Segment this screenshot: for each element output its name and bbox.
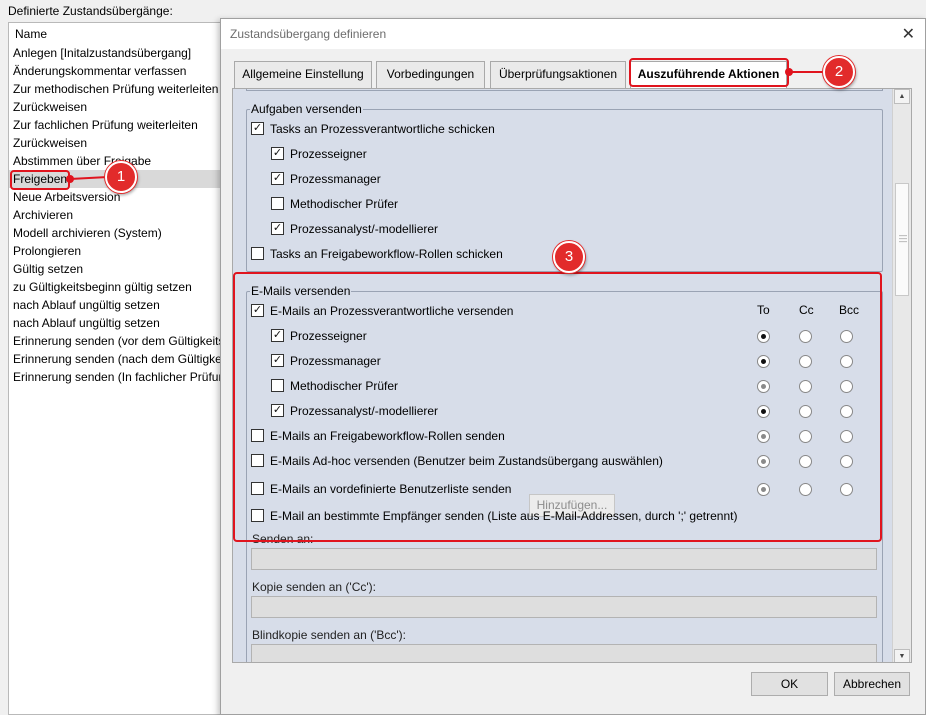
checkbox-checked[interactable]: ✓ [271,222,284,236]
scroll-up-icon[interactable]: ▲ [894,89,910,104]
checkbox-label: Tasks an Freigabeworkflow-Rollen schicke… [270,247,503,261]
checkbox-row[interactable]: ✓ Tasks an Prozessverantwortliche schicke… [251,119,495,139]
previous-group-edge [246,89,883,91]
cc-input[interactable] [251,596,877,618]
checkbox-label: Tasks an Prozessverantwortliche schicken [270,122,495,136]
checkbox-row[interactable]: Tasks an Freigabeworkflow-Rollen schicke… [251,244,503,264]
checkbox-row[interactable]: ✓ Prozesseigner [271,144,367,164]
dialog-title: Zustandsübergang definieren [230,27,387,41]
checkbox-unchecked[interactable] [251,247,264,261]
connector-line-2 [790,71,826,73]
checkbox-row[interactable]: Methodischer Prüfer [271,194,398,214]
marker-1: 1 [105,161,137,193]
tab-general-settings[interactable]: Allgemeine Einstellung [234,61,372,88]
send-to-input[interactable] [251,548,877,570]
dialog-titlebar: Zustandsübergang definieren ✕ [221,19,925,49]
highlight-freigeben [10,170,70,190]
bcc-input[interactable] [251,644,877,662]
close-icon[interactable]: ✕ [902,24,915,44]
checkbox-label: Methodischer Prüfer [290,197,399,211]
column-header-name[interactable]: Name [15,27,47,41]
cancel-button[interactable]: Abbrechen [834,672,910,696]
checkbox-label: Prozessanalyst/-modellierer [290,222,439,236]
cc-label: Kopie senden an ('Cc'): [252,580,376,594]
bcc-label: Blindkopie senden an ('Bcc'): [252,628,407,642]
checkbox-label: Prozesseigner [290,147,367,161]
vertical-scrollbar[interactable]: ▲ — — — ▼ [892,89,911,662]
checkbox-checked[interactable]: ✓ [271,147,284,161]
tasks-group-legend: Aufgaben versenden [250,102,363,116]
marker-2: 2 [823,56,855,88]
checkbox-label: Prozessmanager [290,172,381,186]
checkbox-checked[interactable]: ✓ [271,172,284,186]
highlight-email-group [233,272,882,542]
tab-preconditions[interactable]: Vorbedingungen [376,61,485,88]
marker-3: 3 [553,241,585,273]
tab-review-actions[interactable]: Überprüfungsaktionen [490,61,626,88]
ok-button[interactable]: OK [751,672,828,696]
checkbox-row[interactable]: ✓ Prozessmanager [271,169,381,189]
scrollbar-thumb[interactable]: — — — [895,183,909,296]
checkbox-unchecked[interactable] [271,197,284,211]
scroll-down-icon[interactable]: ▼ [894,649,910,662]
highlight-active-tab [629,58,789,87]
list-title: Definierte Zustandsübergänge: [8,4,173,18]
checkbox-checked[interactable]: ✓ [251,122,264,136]
grip-icon: — — — [899,231,907,246]
checkbox-row[interactable]: ✓ Prozessanalyst/-modellierer [271,219,438,239]
